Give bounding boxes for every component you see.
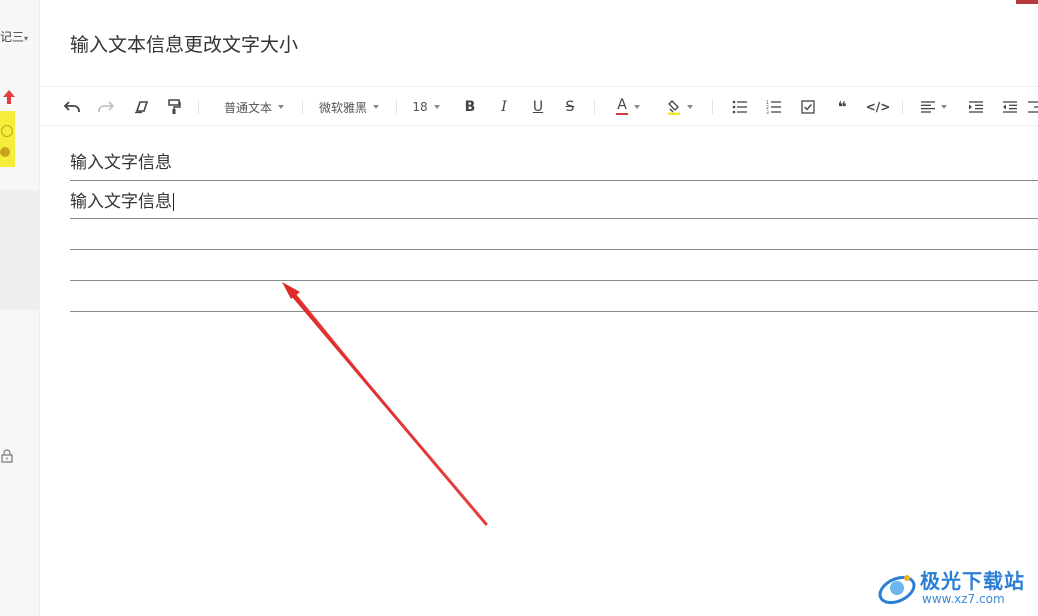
chevron-down-icon — [278, 105, 284, 109]
align-select[interactable] — [916, 87, 952, 127]
italic-icon: I — [501, 99, 507, 115]
font-family-select[interactable]: 微软雅黑 — [314, 87, 384, 127]
paragraph-style-select[interactable]: 普通文本 — [216, 87, 292, 127]
watermark-url: www.xz7.com — [922, 592, 1005, 606]
highlight-color-button[interactable] — [660, 87, 700, 127]
undo-icon — [64, 101, 80, 112]
indent-decrease-button[interactable] — [998, 87, 1022, 127]
chevron-down-icon — [687, 105, 693, 109]
redo-icon — [98, 101, 114, 112]
window-corner-indicator — [1016, 0, 1038, 4]
chevron-down-icon — [941, 105, 947, 109]
text-line[interactable] — [70, 281, 1038, 312]
line-text: 输入文字信息 — [70, 153, 172, 173]
chevron-down-icon — [634, 105, 640, 109]
arrow-up-icon[interactable] — [2, 89, 16, 105]
font-size-value: 18 — [412, 100, 428, 114]
eraser-icon — [135, 101, 149, 114]
underline-icon: U — [532, 99, 544, 115]
more-toolbar-button[interactable] — [1028, 87, 1038, 127]
align-left-icon — [921, 101, 935, 113]
redo-button[interactable] — [94, 87, 118, 127]
toolbar-separator — [902, 100, 903, 114]
strikethrough-button[interactable]: S — [558, 87, 582, 127]
toolbar-separator — [302, 100, 303, 114]
italic-button[interactable]: I — [492, 87, 516, 127]
strikethrough-icon: S — [565, 99, 575, 115]
line-text: 输入文字信息 — [70, 192, 172, 212]
format-painter-button[interactable] — [162, 87, 186, 127]
quote-button[interactable]: ❝ — [830, 87, 854, 127]
sticker-icon[interactable] — [0, 111, 15, 167]
text-line[interactable]: 输入文字信息 — [70, 126, 1038, 181]
chevron-down-icon — [373, 105, 379, 109]
toolbar-separator — [396, 100, 397, 114]
code-icon: </> — [865, 100, 891, 114]
lock-icon[interactable] — [0, 449, 14, 463]
font-size-select[interactable]: 18 — [406, 87, 446, 127]
indent-increase-icon — [969, 101, 983, 113]
text-line[interactable] — [70, 219, 1038, 250]
left-sidebar: 记三▾ — [0, 0, 40, 616]
chevron-down-icon — [433, 105, 440, 109]
watermark: 极光下载站 www.xz7.com — [876, 562, 1036, 612]
quote-icon: ❝ — [837, 98, 847, 116]
clear-format-button[interactable] — [130, 87, 154, 127]
undo-button[interactable] — [60, 87, 84, 127]
checkbox-icon — [801, 100, 815, 114]
bold-button[interactable]: B — [458, 87, 482, 127]
watermark-logo-icon — [878, 575, 916, 605]
paragraph-style-value: 普通文本 — [223, 100, 272, 115]
numbered-list-button[interactable]: 123 — [762, 87, 786, 127]
text-cursor — [173, 193, 174, 211]
underline-button[interactable]: U — [526, 87, 550, 127]
text-line[interactable]: 输入文字信息 — [70, 181, 1038, 219]
toolbar-separator — [198, 100, 199, 114]
checklist-button[interactable] — [796, 87, 820, 127]
numbered-list-icon: 123 — [766, 100, 781, 114]
toolbar-separator — [712, 100, 713, 114]
editor-body[interactable]: 输入文字信息 输入文字信息 — [70, 126, 1038, 326]
sidebar-top-label-text: 记三 — [0, 30, 25, 44]
indent-decrease-icon — [1003, 101, 1017, 113]
sidebar-top-label[interactable]: 记三▾ — [0, 28, 28, 45]
text-line[interactable] — [70, 250, 1038, 281]
highlighter-icon — [668, 100, 680, 115]
watermark-name: 极光下载站 — [920, 569, 1025, 593]
line-text-with-cursor: 输入文字信息 — [70, 187, 174, 212]
svg-text:3: 3 — [766, 110, 769, 114]
bullet-list-icon — [732, 100, 747, 114]
font-color-icon: A — [616, 97, 628, 115]
more-icon — [1028, 101, 1038, 113]
toolbar-separator — [594, 100, 595, 114]
editor-toolbar: 普通文本 微软雅黑 18 B I U S A 123 ❝ </> — [40, 86, 1038, 126]
format-painter-icon — [168, 99, 181, 114]
bullet-list-button[interactable] — [728, 87, 752, 127]
page-title[interactable]: 输入文本信息更改文字大小 — [70, 30, 298, 57]
code-button[interactable]: </> — [864, 87, 892, 127]
font-color-button[interactable]: A — [608, 87, 648, 127]
font-family-value: 微软雅黑 — [318, 100, 367, 115]
indent-increase-button[interactable] — [964, 87, 988, 127]
bold-icon: B — [464, 99, 476, 115]
sidebar-panel — [0, 190, 39, 310]
